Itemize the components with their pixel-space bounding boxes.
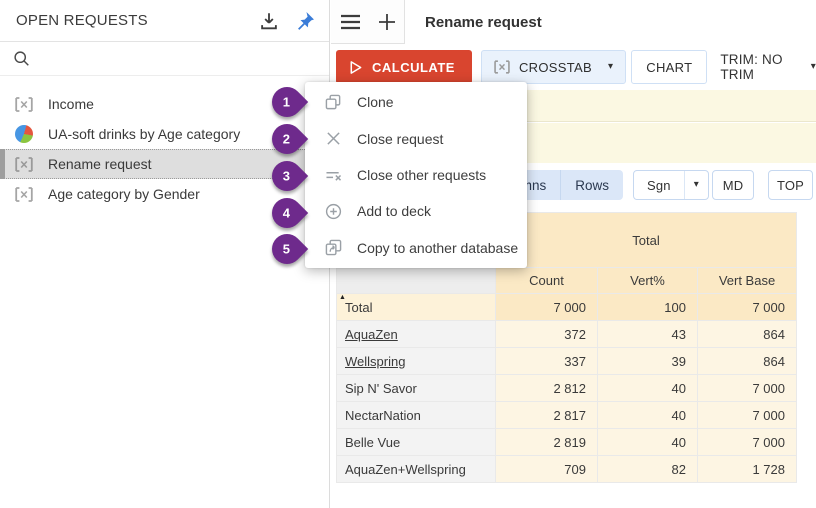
request-item-label: Income — [48, 96, 94, 112]
pie-chart-icon — [14, 125, 34, 143]
cell-count: 709 — [496, 456, 598, 483]
cell-count: 337 — [496, 348, 598, 375]
search-icon — [13, 50, 30, 67]
column-header-vert-pct[interactable]: Vert% — [598, 268, 698, 294]
cell-vert-pct: 40 — [598, 375, 698, 402]
md-button[interactable]: MD — [712, 170, 754, 200]
crosstab-icon — [14, 97, 34, 112]
cell-vert-pct: 40 — [598, 429, 698, 456]
menu-item-copy-to-another-database[interactable]: Copy to another database — [305, 230, 527, 266]
cell-count: 372 — [496, 321, 598, 348]
trim-dropdown[interactable]: TRIM: NO TRIM ▾ — [720, 52, 816, 82]
chart-view-button[interactable]: CHART — [631, 50, 707, 84]
request-item-label: UA-soft drinks by Age category — [48, 126, 240, 142]
sgn-dropdown-button[interactable]: Sgn ▾ — [633, 170, 709, 200]
table-row: Sip N' Savor 2 812 40 7 000 — [337, 375, 797, 402]
cell-vert-base: 7 000 — [698, 294, 797, 321]
cell-vert-pct: 39 — [598, 348, 698, 375]
rows-toggle-button[interactable]: Rows — [561, 170, 623, 200]
top-button[interactable]: TOP — [768, 170, 813, 200]
cell-vert-pct: 82 — [598, 456, 698, 483]
table-row: NectarNation 2 817 40 7 000 — [337, 402, 797, 429]
play-icon — [348, 60, 363, 75]
cell-vert-base: 7 000 — [698, 402, 797, 429]
menu-item-close-other-requests[interactable]: Close other requests — [305, 157, 527, 193]
cell-count: 2 817 — [496, 402, 598, 429]
cell-vert-pct: 43 — [598, 321, 698, 348]
cell-vert-pct: 100 — [598, 294, 698, 321]
page-title: Rename request — [425, 0, 542, 44]
table-row: Belle Vue 2 819 40 7 000 — [337, 429, 797, 456]
sidebar-search — [0, 42, 329, 76]
table-corner-cell — [337, 268, 496, 294]
cell-vert-base: 7 000 — [698, 429, 797, 456]
table-row-total: ▲Total 7 000 100 7 000 — [337, 294, 797, 321]
calculate-button[interactable]: CALCULATE — [336, 50, 472, 84]
chevron-down-icon: ▾ — [685, 180, 708, 190]
new-request-button[interactable] — [378, 13, 396, 31]
row-label[interactable]: ▲Total — [337, 294, 496, 321]
row-label[interactable]: Wellspring — [337, 348, 496, 375]
crosstab-icon — [14, 187, 34, 202]
download-icon — [258, 10, 280, 32]
cell-vert-base: 864 — [698, 348, 797, 375]
close-others-icon — [324, 168, 342, 183]
sidebar-title: OPEN REQUESTS — [16, 12, 245, 29]
close-icon — [324, 131, 342, 146]
cell-count: 2 819 — [496, 429, 598, 456]
table-row: Wellspring 337 39 864 — [337, 348, 797, 375]
request-context-menu: Clone Close request Close other requests — [305, 82, 527, 268]
request-item-label: Age category by Gender — [48, 186, 200, 202]
app-window: OPEN REQUESTS — [0, 0, 816, 508]
chevron-down-icon: ▾ — [608, 62, 613, 72]
chevron-down-icon: ▾ — [811, 62, 816, 72]
pin-icon — [294, 10, 316, 32]
menu-item-close-request[interactable]: Close request — [305, 120, 527, 156]
download-button[interactable] — [257, 9, 281, 33]
request-item-label: Rename request — [48, 156, 152, 172]
column-header-count[interactable]: Count — [496, 268, 598, 294]
cell-count: 7 000 — [496, 294, 598, 321]
row-label[interactable]: Sip N' Savor — [337, 375, 496, 402]
cell-vert-base: 864 — [698, 321, 797, 348]
add-circle-icon — [324, 203, 342, 220]
menu-item-clone[interactable]: Clone — [305, 84, 527, 120]
pin-button[interactable] — [293, 9, 317, 33]
cell-vert-base: 1 728 — [698, 456, 797, 483]
search-input[interactable] — [40, 47, 329, 71]
crosstab-icon — [14, 157, 34, 172]
table-column-header-row: Count Vert% Vert Base — [337, 268, 797, 294]
sort-indicator-icon: ▲ — [339, 294, 346, 301]
row-label[interactable]: AquaZen+Wellspring — [337, 456, 496, 483]
table-row: AquaZen 372 43 864 — [337, 321, 797, 348]
crosstab-icon — [494, 60, 510, 74]
copy-arrow-icon — [324, 239, 342, 256]
hamburger-menu-button[interactable] — [340, 14, 361, 30]
cell-vert-pct: 40 — [598, 402, 698, 429]
column-group-header[interactable]: Total — [496, 213, 797, 268]
crosstab-view-button[interactable]: CROSSTAB ▾ — [481, 50, 626, 84]
cell-count: 2 812 — [496, 375, 598, 402]
row-label[interactable]: Belle Vue — [337, 429, 496, 456]
row-label[interactable]: NectarNation — [337, 402, 496, 429]
column-header-vert-base[interactable]: Vert Base — [698, 268, 797, 294]
row-label[interactable]: AquaZen — [337, 321, 496, 348]
cell-vert-base: 7 000 — [698, 375, 797, 402]
menu-item-add-to-deck[interactable]: Add to deck — [305, 193, 527, 229]
clone-icon — [324, 94, 342, 111]
panel-corner-toolbar — [331, 0, 405, 44]
table-row: AquaZen+Wellspring 709 82 1 728 — [337, 456, 797, 483]
sidebar-header: OPEN REQUESTS — [0, 0, 329, 42]
